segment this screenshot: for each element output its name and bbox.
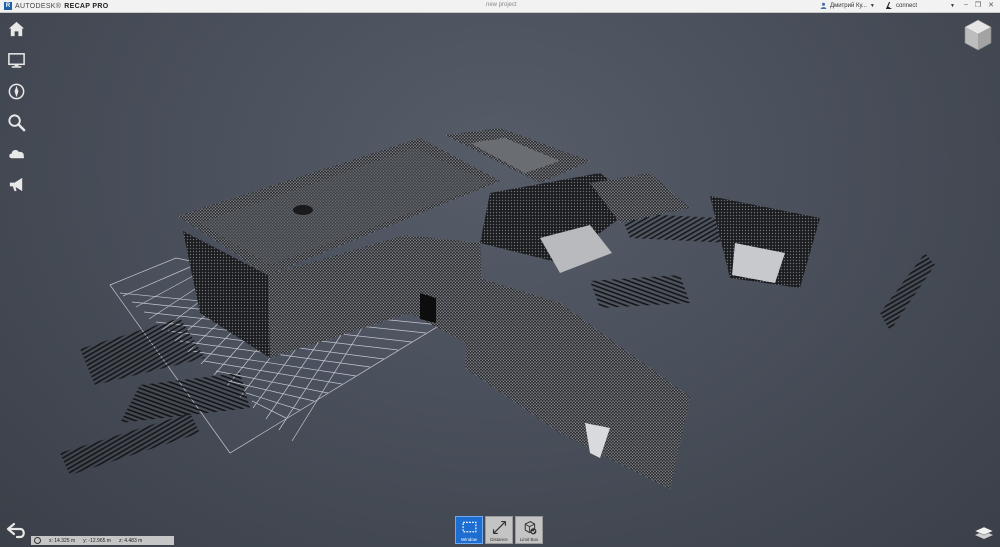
y-coordinate: y: -12.965 m xyxy=(83,537,111,544)
back-arrow-icon[interactable] xyxy=(6,520,28,540)
user-menu[interactable]: Дмитрий Ку... ▼ xyxy=(820,2,875,9)
building-point-cloud xyxy=(178,128,820,489)
search-icon xyxy=(7,113,25,131)
autodesk-a-icon xyxy=(885,2,893,9)
cloud-icon xyxy=(8,149,24,158)
search-button[interactable] xyxy=(5,111,27,133)
display-settings-button[interactable] xyxy=(5,49,27,71)
connect-menu[interactable]: connect ▼ xyxy=(885,2,955,9)
product-name: RECAP PRO xyxy=(64,2,109,10)
cloud-button[interactable] xyxy=(5,142,27,164)
home-icon xyxy=(8,21,24,36)
distance-icon xyxy=(492,520,506,535)
layers-icon[interactable] xyxy=(974,521,994,541)
navigation-toolbar xyxy=(5,18,27,204)
connect-label: connect xyxy=(896,2,918,9)
monitor-icon xyxy=(7,52,25,68)
megaphone-icon xyxy=(9,177,22,191)
title-bar: R AUTODESK® RECAP PRO new project Дмитри… xyxy=(0,0,1000,13)
target-icon xyxy=(34,537,41,544)
close-icon[interactable]: ✕ xyxy=(988,1,994,9)
minimize-icon[interactable]: – xyxy=(964,1,968,9)
chevron-down-icon: ▼ xyxy=(950,2,955,9)
distance-button[interactable]: Distance xyxy=(485,516,513,544)
coordinates-readout: x: 14.325 m y: -12.965 m z: 4.483 m xyxy=(31,536,174,545)
limit-box-icon xyxy=(524,520,536,535)
restore-icon[interactable]: ❐ xyxy=(975,1,981,9)
selection-toolbar: Window Distance Limit Box xyxy=(455,516,543,544)
navigate-button[interactable] xyxy=(5,80,27,102)
announce-button[interactable] xyxy=(5,173,27,195)
user-name: Дмитрий Ку... xyxy=(830,2,867,9)
app-brand: R AUTODESK® RECAP PRO xyxy=(0,0,108,12)
limit-box-button[interactable]: Limit Box xyxy=(515,516,543,544)
user-icon xyxy=(820,2,827,9)
view-cube-icon[interactable] xyxy=(962,18,994,52)
point-cloud-viewport[interactable] xyxy=(0,13,1000,513)
project-title: new project xyxy=(486,2,517,8)
window-select-icon xyxy=(462,521,476,533)
window-controls: – ❐ ✕ xyxy=(964,1,994,9)
home-button[interactable] xyxy=(5,18,27,40)
window-select-button[interactable]: Window xyxy=(455,516,483,544)
chevron-down-icon: ▼ xyxy=(869,2,875,9)
recap-logo-icon: R xyxy=(4,2,12,10)
z-coordinate: z: 4.483 m xyxy=(118,537,143,544)
vendor-name: AUTODESK® xyxy=(15,2,62,10)
x-coordinate: x: 14.325 m xyxy=(49,537,76,544)
compass-icon xyxy=(8,83,24,99)
